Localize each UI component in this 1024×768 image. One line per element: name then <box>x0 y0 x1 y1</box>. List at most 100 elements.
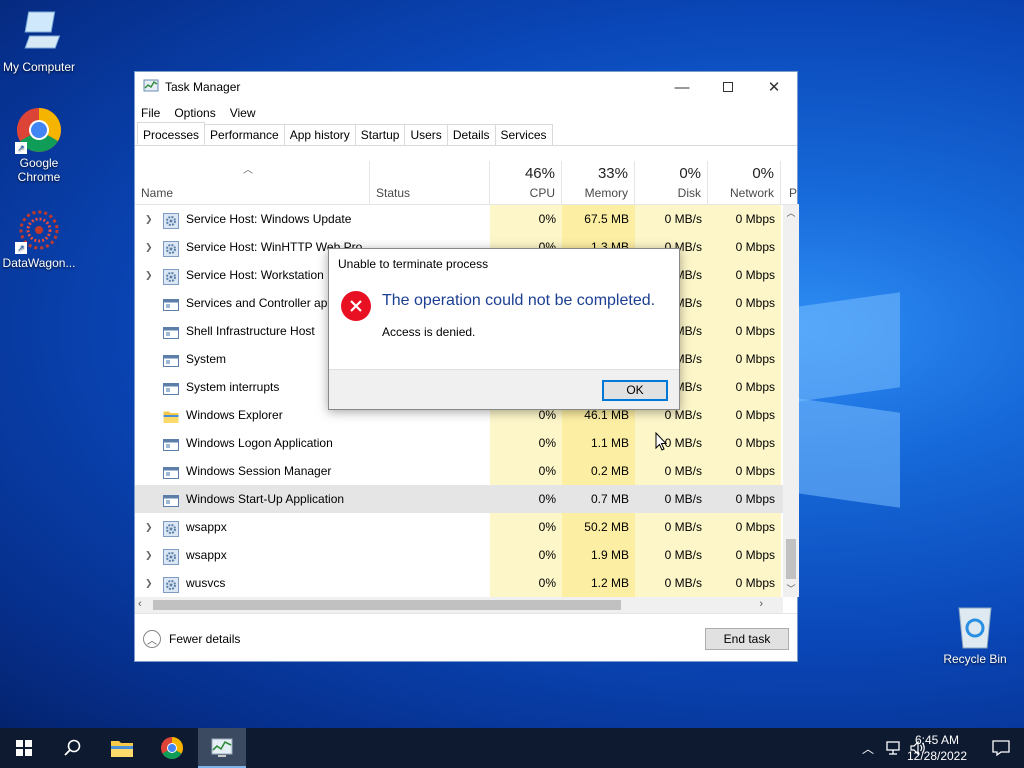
network-cell: 0 Mbps <box>708 373 781 401</box>
column-header-cpu[interactable]: 46% CPU <box>490 161 562 205</box>
notification-icon[interactable] <box>992 739 1010 760</box>
disk-cell: 0 MB/s <box>635 457 708 485</box>
network-cell: 0 Mbps <box>708 401 781 429</box>
expand-chevron-icon[interactable]: ❯ <box>145 261 153 289</box>
column-header-network[interactable]: 0% Network <box>708 161 781 205</box>
memory-cell: 0.7 MB <box>562 485 635 513</box>
sort-up-icon: ︿ <box>243 165 253 176</box>
tab-bar: Processes Performance App history Startu… <box>135 122 797 146</box>
window-icon <box>163 379 179 395</box>
table-row[interactable]: Windows Session Manager 0% 0.2 MB 0 MB/s 0 M… <box>135 457 783 485</box>
gear-icon <box>163 519 179 537</box>
tab-app-history[interactable]: App history <box>283 124 356 145</box>
process-name: Shell Infrastructure Host <box>186 324 315 338</box>
scroll-right-arrow[interactable]: › <box>759 598 763 610</box>
table-row[interactable]: Windows Logon Application 0% 1.1 MB 0 MB/s 0… <box>135 429 783 457</box>
clock-date: 12/28/2022 <box>906 749 968 763</box>
scroll-down-arrow[interactable]: ﹀ <box>783 581 799 597</box>
scroll-up-arrow[interactable]: ︿ <box>783 205 799 221</box>
start-button[interactable] <box>0 728 48 768</box>
table-row[interactable]: Windows Start-Up Application 0% 0.7 MB 0 MB… <box>135 485 783 513</box>
process-name-cell: Windows Start-Up Application <box>135 485 490 513</box>
column-header-disk[interactable]: 0% Disk <box>635 161 708 205</box>
windows-start-icon <box>16 740 32 756</box>
chevron-up-icon: ︿ <box>143 630 161 648</box>
table-row[interactable]: ❯ wsappx 0% 1.9 MB 0 MB/s 0 Mbps <box>135 541 783 569</box>
window-icon <box>163 435 179 451</box>
column-header-memory[interactable]: 33% Memory <box>562 161 635 205</box>
process-name: Windows Explorer <box>186 408 283 422</box>
network-cell: 0 Mbps <box>708 569 781 597</box>
network-icon[interactable] <box>886 740 902 759</box>
desktop-icon-my-computer[interactable]: My Computer <box>0 10 78 74</box>
tab-processes[interactable]: Processes <box>137 122 206 145</box>
desktop-icon-google-chrome[interactable]: ↗ Google Chrome <box>0 106 78 184</box>
network-cell: 0 Mbps <box>708 485 781 513</box>
desktop-icon-datawagon[interactable]: ↗ DataWagon... <box>0 206 78 270</box>
tab-users[interactable]: Users <box>404 124 448 145</box>
network-cell: 0 Mbps <box>708 457 781 485</box>
table-row[interactable]: ❯ wsappx 0% 50.2 MB 0 MB/s 0 Mbps <box>135 513 783 541</box>
process-name: Service Host: Workstation <box>186 268 324 282</box>
network-cell: 0 Mbps <box>708 429 781 457</box>
network-cell: 0 Mbps <box>708 289 781 317</box>
task-manager-icon <box>143 78 159 97</box>
memory-cell: 1.9 MB <box>562 541 635 569</box>
window-icon <box>163 463 179 479</box>
mouse-cursor-icon <box>655 431 668 455</box>
dialog-title: Unable to terminate process <box>338 257 489 271</box>
expand-chevron-icon[interactable]: ❯ <box>145 513 153 541</box>
column-header-name[interactable]: ︿ Name <box>135 161 369 205</box>
ok-button[interactable]: OK <box>602 380 668 401</box>
expand-chevron-icon[interactable]: ❯ <box>145 233 153 261</box>
horizontal-scrollbar[interactable]: ‹ › <box>135 597 783 613</box>
desktop-icon-recycle-bin[interactable]: Recycle Bin <box>936 602 1014 666</box>
fewer-details-button[interactable]: ︿ Fewer details <box>143 630 240 648</box>
chevron-up-icon[interactable]: ︿ <box>862 740 874 757</box>
task-manager-icon <box>211 738 233 757</box>
windows-logo-wallpaper <box>770 280 1024 510</box>
menu-view[interactable]: View <box>230 106 256 120</box>
minimize-button[interactable]: — <box>659 72 705 102</box>
menu-bar: File Options View <box>135 102 797 124</box>
menu-options[interactable]: Options <box>174 106 215 120</box>
scroll-thumb-horizontal[interactable] <box>153 600 621 610</box>
vertical-scrollbar[interactable]: ︿ ﹀ <box>783 205 799 597</box>
table-row[interactable]: ❯ Service Host: Windows Update 0% 67.5 MB 0 … <box>135 205 783 233</box>
clock[interactable]: 6:45 AM 12/28/2022 <box>902 732 972 764</box>
process-name-cell: Windows Session Manager <box>135 457 490 485</box>
column-header-status[interactable]: Status <box>369 161 490 205</box>
process-name: Services and Controller app <box>186 296 335 310</box>
close-button[interactable]: ✕ <box>751 72 797 102</box>
scroll-left-arrow[interactable]: ‹ <box>138 598 142 610</box>
network-cell: 0 Mbps <box>708 513 781 541</box>
tab-services[interactable]: Services <box>494 124 553 145</box>
scroll-thumb[interactable] <box>786 539 796 579</box>
desktop-icon-label: Recycle Bin <box>943 652 1007 666</box>
tab-performance[interactable]: Performance <box>204 124 285 145</box>
expand-chevron-icon[interactable]: ❯ <box>145 205 153 233</box>
gear-icon <box>163 547 179 565</box>
cpu-cell: 0% <box>490 569 562 597</box>
tab-startup[interactable]: Startup <box>354 124 406 145</box>
taskbar-task-manager[interactable] <box>198 728 246 768</box>
table-row[interactable]: ❯ wusvcs 0% 1.2 MB 0 MB/s 0 Mbps <box>135 569 783 597</box>
maximize-button[interactable] <box>705 72 751 102</box>
expand-chevron-icon[interactable]: ❯ <box>145 541 153 569</box>
network-cell: 0 Mbps <box>708 233 781 261</box>
process-name-cell: ❯ wsappx <box>135 541 490 569</box>
expand-chevron-icon[interactable]: ❯ <box>145 569 153 597</box>
taskbar-file-explorer[interactable] <box>98 728 146 768</box>
column-header-power[interactable]: P <box>781 161 799 205</box>
end-task-button[interactable]: End task <box>705 628 789 650</box>
tab-details[interactable]: Details <box>446 124 496 145</box>
menu-file[interactable]: File <box>141 106 160 120</box>
disk-cell: 0 MB/s <box>635 485 708 513</box>
process-name-cell: ❯ wsappx <box>135 513 490 541</box>
network-cell: 0 Mbps <box>708 345 781 373</box>
search-button[interactable] <box>48 728 96 768</box>
close-icon: ✕ <box>767 79 781 96</box>
process-name: wsappx <box>186 520 227 534</box>
disk-cell: 0 MB/s <box>635 569 708 597</box>
taskbar-chrome[interactable] <box>148 728 196 768</box>
